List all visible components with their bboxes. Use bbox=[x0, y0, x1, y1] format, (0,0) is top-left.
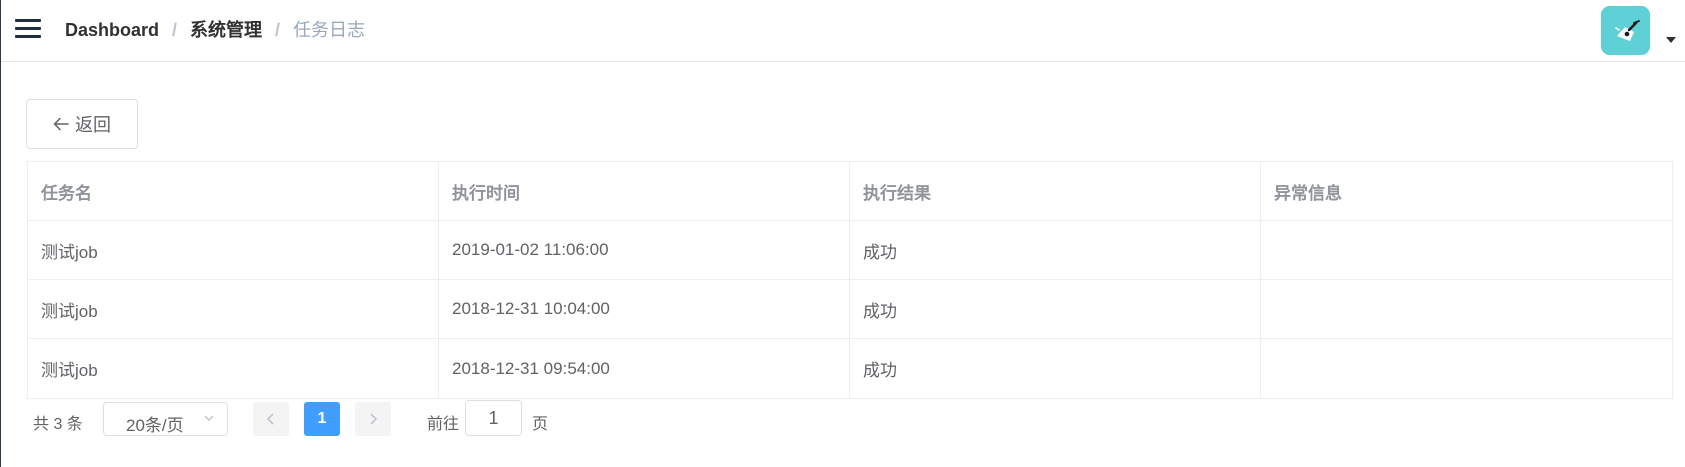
caret-down-icon[interactable] bbox=[1666, 37, 1676, 43]
exec-time-cell: 2018-12-31 10:04:00 bbox=[439, 280, 850, 338]
exec-result-cell: 成功 bbox=[850, 280, 1261, 338]
breadcrumb-item-task-log: 任务日志 bbox=[293, 20, 366, 40]
task-name-cell: 测试job bbox=[28, 339, 439, 398]
next-page-button[interactable] bbox=[355, 402, 391, 436]
table-row: 测试job 2018-12-31 10:04:00 成功 bbox=[28, 280, 1672, 339]
exception-info-cell bbox=[1261, 221, 1672, 279]
table-header-row: 任务名 执行时间 执行结果 异常信息 bbox=[28, 162, 1672, 221]
pagination-total: 共 3 条 bbox=[33, 416, 83, 433]
exec-time-cell: 2019-01-02 11:06:00 bbox=[439, 221, 850, 279]
page-number-button[interactable]: 1 bbox=[304, 402, 340, 436]
exec-result-cell: 成功 bbox=[850, 221, 1261, 279]
back-button-label: 返回 bbox=[75, 115, 111, 135]
chevron-down-icon bbox=[203, 411, 215, 429]
column-header-task-name: 任务名 bbox=[28, 162, 439, 220]
column-header-exec-result: 执行结果 bbox=[850, 162, 1261, 220]
chevron-left-icon bbox=[266, 413, 274, 425]
exec-time-cell: 2018-12-31 09:54:00 bbox=[439, 339, 850, 398]
page-size-select[interactable]: 20条/页 bbox=[103, 402, 228, 436]
avatar-image-icon bbox=[1601, 6, 1650, 55]
page-size-value: 20条/页 bbox=[126, 416, 184, 435]
table-row: 测试job 2019-01-02 11:06:00 成功 bbox=[28, 221, 1672, 280]
exception-info-cell bbox=[1261, 339, 1672, 398]
breadcrumb: Dashboard / 系统管理 / 任务日志 bbox=[65, 19, 365, 41]
navbar: Dashboard / 系统管理 / 任务日志 bbox=[1, 0, 1685, 62]
goto-suffix: 页 bbox=[532, 416, 549, 433]
exec-result-cell: 成功 bbox=[850, 339, 1261, 398]
goto-label: 前往 bbox=[427, 416, 460, 433]
arrow-left-icon bbox=[53, 117, 69, 131]
column-header-exec-time: 执行时间 bbox=[439, 162, 850, 220]
avatar[interactable] bbox=[1601, 6, 1650, 55]
task-name-cell: 测试job bbox=[28, 221, 439, 279]
column-header-exception-info: 异常信息 bbox=[1274, 183, 1342, 203]
breadcrumb-item-system-management[interactable]: 系统管理 bbox=[190, 20, 262, 40]
back-button[interactable]: 返回 bbox=[26, 99, 138, 149]
goto-page-input[interactable] bbox=[465, 400, 522, 436]
page: Dashboard / 系统管理 / 任务日志 返回 任务名 执行时间 执行结果… bbox=[0, 0, 1685, 467]
table-row: 测试job 2018-12-31 09:54:00 成功 bbox=[28, 339, 1672, 398]
exception-info-cell bbox=[1261, 280, 1672, 338]
task-name-cell: 测试job bbox=[28, 280, 439, 338]
chevron-right-icon bbox=[370, 413, 378, 425]
breadcrumb-separator: / bbox=[275, 20, 281, 40]
breadcrumb-separator: / bbox=[172, 20, 178, 40]
hamburger-menu-icon[interactable] bbox=[15, 19, 41, 39]
breadcrumb-item-dashboard[interactable]: Dashboard bbox=[65, 20, 159, 40]
prev-page-button[interactable] bbox=[253, 402, 289, 436]
task-log-table: 任务名 执行时间 执行结果 异常信息 测试job 2019-01-02 11:0… bbox=[27, 161, 1673, 399]
